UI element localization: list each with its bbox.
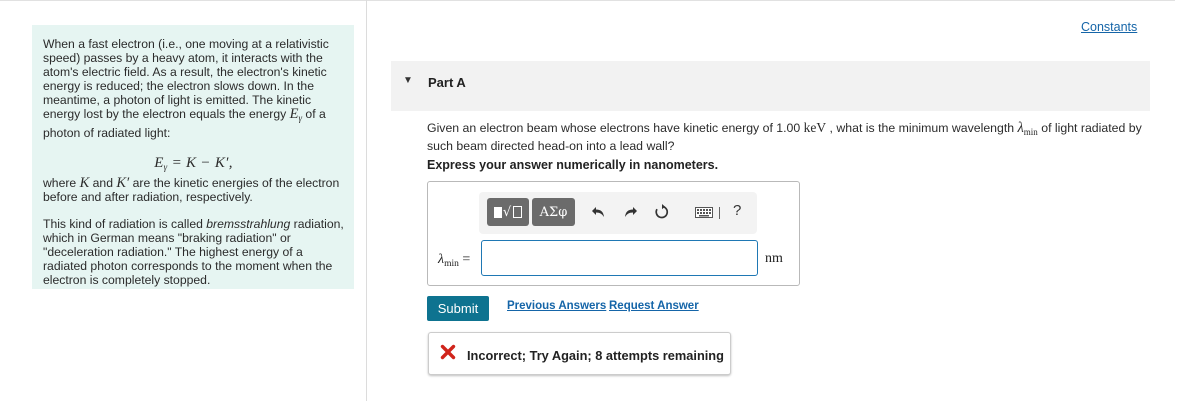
request-answer-link[interactable]: Request Answer bbox=[609, 300, 699, 312]
feedback-message: Incorrect; Try Again; 8 attempts remaini… bbox=[467, 348, 724, 363]
collapse-caret-icon[interactable]: ▼ bbox=[403, 75, 413, 86]
x-icon bbox=[440, 344, 456, 360]
energy-equation: Eγ = K − K′, bbox=[154, 154, 233, 172]
column-divider bbox=[366, 0, 367, 401]
answer-label: λmin = bbox=[438, 252, 471, 269]
undo-icon[interactable] bbox=[587, 201, 609, 223]
top-divider bbox=[0, 0, 1175, 1]
intro-paragraph-3: This kind of radiation is called bremsst… bbox=[43, 216, 344, 288]
reset-icon[interactable] bbox=[651, 201, 673, 223]
greek-symbols-button[interactable]: ΑΣφ bbox=[532, 198, 575, 226]
question-text: Given an electron beam whose electrons h… bbox=[427, 120, 1142, 154]
keyboard-icon[interactable] bbox=[695, 205, 713, 223]
energy-symbol: Eγ bbox=[289, 106, 303, 124]
math-toolbar: √ ΑΣφ ? bbox=[479, 192, 757, 234]
lambda-symbol: λmin bbox=[1017, 120, 1038, 137]
help-button[interactable]: ? bbox=[733, 202, 741, 219]
template-icon[interactable]: √ bbox=[487, 198, 529, 226]
constants-link[interactable]: Constants bbox=[1081, 20, 1137, 34]
intro-paragraph-2: where K and K′ are the kinetic energies … bbox=[43, 174, 340, 204]
part-title: Part A bbox=[428, 75, 466, 90]
answer-instruction: Express your answer numerically in nanom… bbox=[427, 158, 719, 172]
intro-paragraph-1: When a fast electron (i.e., one moving a… bbox=[43, 37, 329, 140]
toolbar-separator bbox=[719, 207, 720, 219]
intro-panel: When a fast electron (i.e., one moving a… bbox=[32, 25, 354, 289]
answer-input[interactable] bbox=[481, 240, 758, 276]
submit-button[interactable]: Submit bbox=[427, 296, 489, 321]
feedback-box: Incorrect; Try Again; 8 attempts remaini… bbox=[428, 332, 731, 375]
previous-answers-link[interactable]: Previous Answers bbox=[507, 300, 606, 312]
redo-icon[interactable] bbox=[620, 201, 642, 223]
answer-unit: nm bbox=[765, 251, 783, 266]
answer-box: √ ΑΣφ ? λmin = nm bbox=[427, 181, 800, 286]
part-a-header[interactable]: ▼ Part A bbox=[391, 61, 1150, 111]
